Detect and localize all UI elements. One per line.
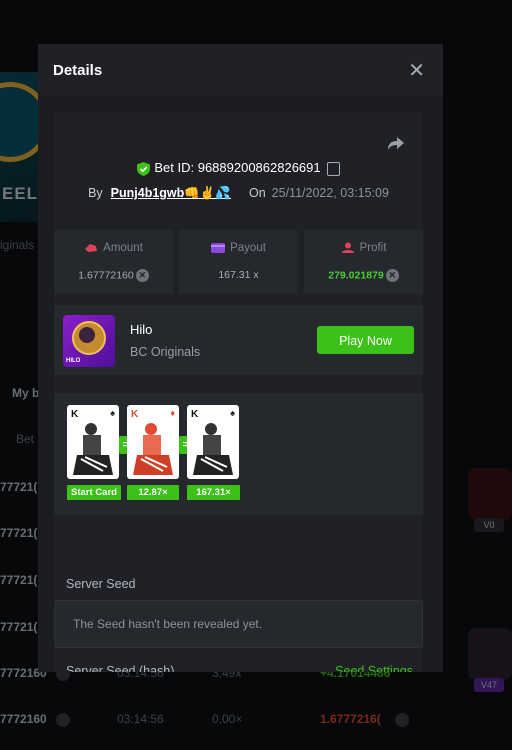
stat-amount: Amount 1.67772160 ✕ <box>54 230 173 294</box>
close-icon[interactable]: ✕ <box>408 58 425 83</box>
card-label: Start Card <box>67 485 121 500</box>
bet-author-line: By Punj4b1gwb👊✌️💦 On 25/11/2022, 03:15:09 <box>54 186 423 201</box>
card-label: 167.31× <box>187 485 240 500</box>
game-thumbnail[interactable]: HILO <box>63 315 115 367</box>
server-seed-label: Server Seed <box>66 577 136 591</box>
playing-card: K ♦ <box>127 405 179 479</box>
playing-card: K ♠ <box>67 405 119 479</box>
shield-check-icon <box>137 161 151 176</box>
game-card: HILO Hilo BC Originals Play Now <box>54 305 423 375</box>
king-card-art <box>73 423 113 475</box>
king-card-art <box>133 423 173 475</box>
by-label: By <box>88 186 103 200</box>
stat-label: Payout <box>179 242 298 254</box>
game-name: Hilo <box>130 322 153 337</box>
bet-stats: Amount 1.67772160 ✕ Payout 167.31 x Profi… <box>54 230 423 294</box>
coin-icon: ✕ <box>135 269 149 282</box>
on-label: On <box>248 186 266 200</box>
game-provider: BC Originals <box>130 345 201 359</box>
card-label: 12.87× <box>127 485 179 500</box>
playing-card: K ♠ <box>187 405 239 479</box>
copy-icon[interactable] <box>326 161 340 176</box>
modal-content: Bet ID: 96889200862826691 By Punj4b1gwb👊✌… <box>54 112 423 672</box>
stat-label: Profit <box>304 242 423 254</box>
stat-payout: Payout 167.31 x <box>179 230 298 294</box>
bet-details-modal: Details ✕ Bet ID: 96889200862826691 By Pu… <box>38 44 443 672</box>
play-now-button[interactable]: Play Now <box>317 326 414 354</box>
seed-settings-link[interactable]: Seed Settings <box>335 664 413 672</box>
server-seed-hash-label: Server Seed (hash) <box>66 664 175 672</box>
stat-profit: Profit 279.021879 ✕ <box>304 230 423 294</box>
thumbnail-text: HILO <box>66 358 81 364</box>
server-seed-field: The Seed hasn't been revealed yet. <box>54 600 423 648</box>
modal-header: Details ✕ <box>38 44 443 96</box>
bet-id-line: Bet ID: 96889200862826691 <box>54 160 423 176</box>
server-seed-value: The Seed hasn't been revealed yet. <box>73 617 263 631</box>
king-card-art <box>193 423 233 475</box>
thumbnail-character <box>79 327 95 343</box>
cards-history: K ♠ = K ♦ = K ♠ Start Card 12.87× 167.31… <box>54 393 423 515</box>
stat-value: 1.67772160 ✕ <box>54 269 173 282</box>
username-link[interactable]: Punj4b1gwb👊✌️💦 <box>111 186 231 200</box>
profit-icon <box>341 242 354 254</box>
bet-id: Bet ID: 96889200862826691 <box>154 160 321 175</box>
wallet-icon <box>211 243 226 254</box>
modal-title: Details <box>53 62 103 79</box>
stat-value: 167.31 x <box>218 269 259 281</box>
coin-icon: ✕ <box>385 269 399 282</box>
stat-value: 279.021879 ✕ <box>304 269 423 282</box>
share-icon[interactable] <box>387 134 405 152</box>
bet-date: 25/11/2022, 03:15:09 <box>271 186 389 200</box>
amount-icon <box>85 244 98 253</box>
stat-label: Amount <box>54 242 173 254</box>
